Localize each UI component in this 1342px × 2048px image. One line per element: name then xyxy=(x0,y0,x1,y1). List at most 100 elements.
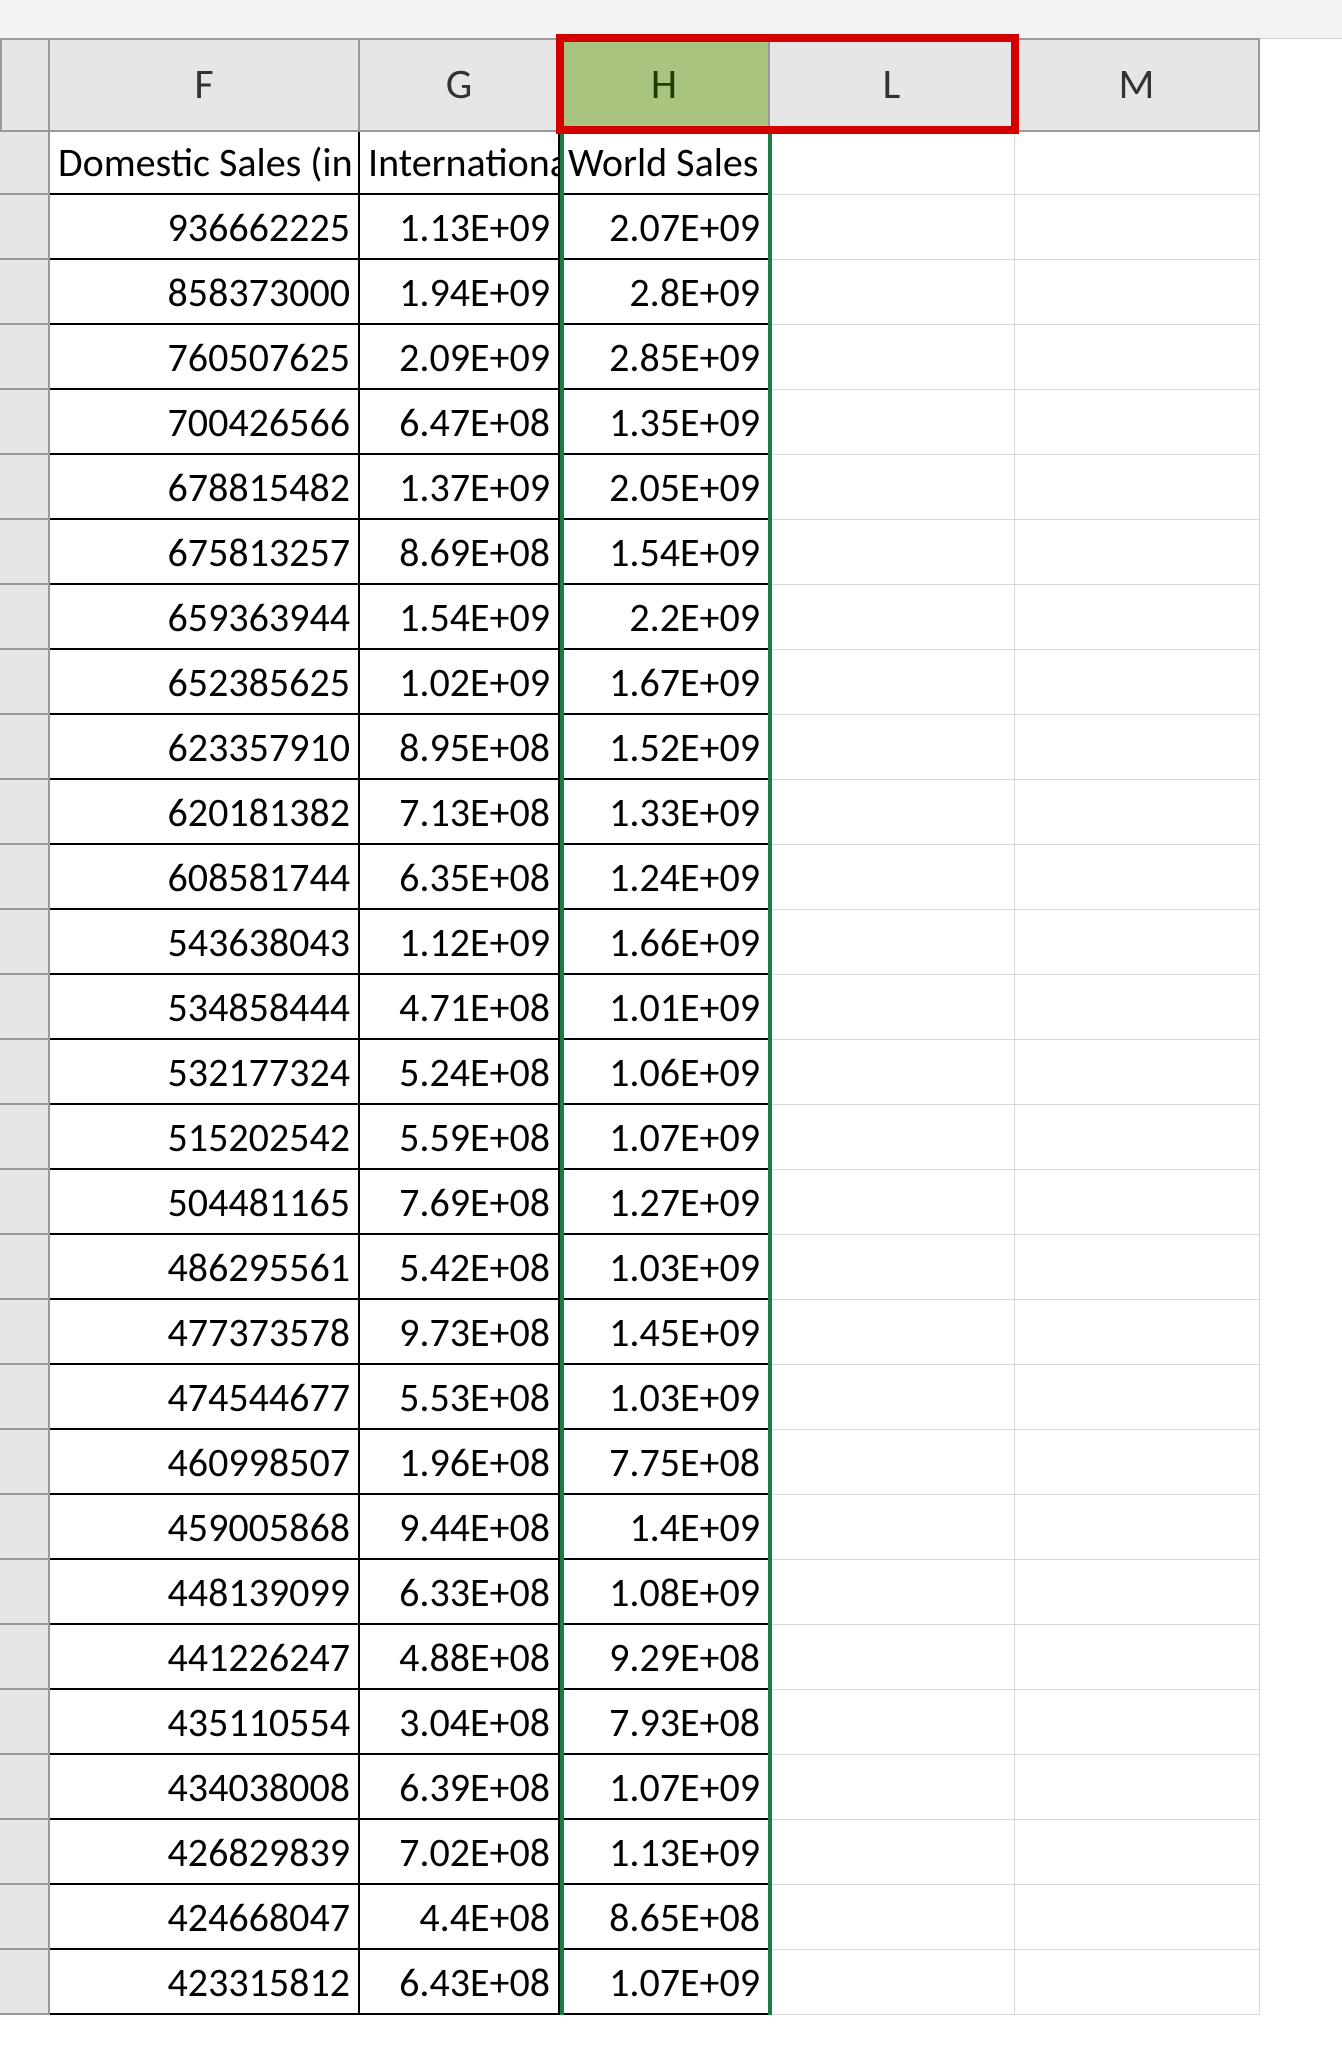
cell-H[interactable]: 1.66E+09 xyxy=(560,910,770,975)
row-header[interactable] xyxy=(0,650,50,715)
cell-L[interactable] xyxy=(770,520,1015,585)
cell-G[interactable]: 5.53E+08 xyxy=(360,1365,560,1430)
row-header[interactable] xyxy=(0,1885,50,1950)
cell-L[interactable] xyxy=(770,1690,1015,1755)
cell-L[interactable] xyxy=(770,1495,1015,1560)
cell-H[interactable]: 1.03E+09 xyxy=(560,1365,770,1430)
cell-L[interactable] xyxy=(770,585,1015,650)
row-header[interactable] xyxy=(0,1365,50,1430)
cell-H[interactable]: World Sales (in $) xyxy=(560,130,770,195)
row-header[interactable] xyxy=(0,715,50,780)
row-header[interactable] xyxy=(0,1820,50,1885)
cell-L[interactable] xyxy=(770,1170,1015,1235)
cell-M[interactable] xyxy=(1015,1235,1260,1300)
cell-F[interactable]: 620181382 xyxy=(50,780,360,845)
cell-L[interactable] xyxy=(770,1560,1015,1625)
column-header-L[interactable]: L xyxy=(770,40,1015,130)
cell-H[interactable]: 2.07E+09 xyxy=(560,195,770,260)
cell-H[interactable]: 1.4E+09 xyxy=(560,1495,770,1560)
row-header[interactable] xyxy=(0,1300,50,1365)
cell-F[interactable]: 675813257 xyxy=(50,520,360,585)
cell-M[interactable] xyxy=(1015,520,1260,585)
cell-G[interactable]: 6.43E+08 xyxy=(360,1950,560,2015)
cell-M[interactable] xyxy=(1015,1755,1260,1820)
cell-H[interactable]: 1.07E+09 xyxy=(560,1950,770,2015)
cell-G[interactable]: 7.69E+08 xyxy=(360,1170,560,1235)
cell-L[interactable] xyxy=(770,1625,1015,1690)
cell-M[interactable] xyxy=(1015,1885,1260,1950)
cell-F[interactable]: Domestic Sales (in $) xyxy=(50,130,360,195)
cell-G[interactable]: 2.09E+09 xyxy=(360,325,560,390)
cell-G[interactable]: 1.02E+09 xyxy=(360,650,560,715)
row-header[interactable] xyxy=(0,325,50,390)
cell-M[interactable] xyxy=(1015,260,1260,325)
cell-F[interactable]: 652385625 xyxy=(50,650,360,715)
cell-L[interactable] xyxy=(770,1755,1015,1820)
cell-H[interactable]: 1.07E+09 xyxy=(560,1105,770,1170)
cell-G[interactable]: 6.35E+08 xyxy=(360,845,560,910)
cell-F[interactable]: 515202542 xyxy=(50,1105,360,1170)
cell-L[interactable] xyxy=(770,780,1015,845)
cell-H[interactable]: 1.54E+09 xyxy=(560,520,770,585)
cell-H[interactable]: 1.24E+09 xyxy=(560,845,770,910)
cell-M[interactable] xyxy=(1015,1040,1260,1105)
cell-L[interactable] xyxy=(770,715,1015,780)
row-header[interactable] xyxy=(0,130,50,195)
cell-L[interactable] xyxy=(770,1040,1015,1105)
cell-M[interactable] xyxy=(1015,1430,1260,1495)
cell-G[interactable]: 4.4E+08 xyxy=(360,1885,560,1950)
cell-F[interactable]: 608581744 xyxy=(50,845,360,910)
row-header[interactable] xyxy=(0,1690,50,1755)
cell-F[interactable]: 448139099 xyxy=(50,1560,360,1625)
cell-G[interactable]: 7.13E+08 xyxy=(360,780,560,845)
select-all-corner[interactable] xyxy=(0,40,50,130)
cell-F[interactable]: 678815482 xyxy=(50,455,360,520)
cell-G[interactable]: 9.44E+08 xyxy=(360,1495,560,1560)
cell-M[interactable] xyxy=(1015,130,1260,195)
cell-F[interactable]: 534858444 xyxy=(50,975,360,1040)
cell-L[interactable] xyxy=(770,195,1015,260)
cell-L[interactable] xyxy=(770,1430,1015,1495)
row-header[interactable] xyxy=(0,1560,50,1625)
cell-G[interactable]: 8.95E+08 xyxy=(360,715,560,780)
row-header[interactable] xyxy=(0,1170,50,1235)
cell-L[interactable] xyxy=(770,1300,1015,1365)
cell-G[interactable]: 5.59E+08 xyxy=(360,1105,560,1170)
cell-M[interactable] xyxy=(1015,325,1260,390)
cell-L[interactable] xyxy=(770,1235,1015,1300)
cell-L[interactable] xyxy=(770,1885,1015,1950)
cell-G[interactable]: 6.39E+08 xyxy=(360,1755,560,1820)
cell-F[interactable]: 423315812 xyxy=(50,1950,360,2015)
cell-G[interactable]: 4.71E+08 xyxy=(360,975,560,1040)
cell-L[interactable] xyxy=(770,390,1015,455)
cell-L[interactable] xyxy=(770,1105,1015,1170)
cell-L[interactable] xyxy=(770,455,1015,520)
cell-L[interactable] xyxy=(770,975,1015,1040)
cell-F[interactable]: 474544677 xyxy=(50,1365,360,1430)
cell-H[interactable]: 8.65E+08 xyxy=(560,1885,770,1950)
cell-H[interactable]: 1.52E+09 xyxy=(560,715,770,780)
cell-G[interactable]: 3.04E+08 xyxy=(360,1690,560,1755)
row-header[interactable] xyxy=(0,260,50,325)
cell-G[interactable]: 1.13E+09 xyxy=(360,195,560,260)
cell-M[interactable] xyxy=(1015,650,1260,715)
cell-F[interactable]: 700426566 xyxy=(50,390,360,455)
cell-L[interactable] xyxy=(770,910,1015,975)
row-header[interactable] xyxy=(0,1105,50,1170)
cell-H[interactable]: 7.93E+08 xyxy=(560,1690,770,1755)
cell-H[interactable]: 2.2E+09 xyxy=(560,585,770,650)
row-header[interactable] xyxy=(0,1625,50,1690)
cell-M[interactable] xyxy=(1015,1495,1260,1560)
cell-L[interactable] xyxy=(770,1365,1015,1430)
row-header[interactable] xyxy=(0,195,50,260)
cell-F[interactable]: 426829839 xyxy=(50,1820,360,1885)
row-header[interactable] xyxy=(0,520,50,585)
row-header[interactable] xyxy=(0,910,50,975)
cell-G[interactable]: 8.69E+08 xyxy=(360,520,560,585)
cell-F[interactable]: 424668047 xyxy=(50,1885,360,1950)
row-header[interactable] xyxy=(0,1755,50,1820)
row-header[interactable] xyxy=(0,585,50,650)
cell-M[interactable] xyxy=(1015,455,1260,520)
cell-F[interactable]: 504481165 xyxy=(50,1170,360,1235)
cell-F[interactable]: 486295561 xyxy=(50,1235,360,1300)
